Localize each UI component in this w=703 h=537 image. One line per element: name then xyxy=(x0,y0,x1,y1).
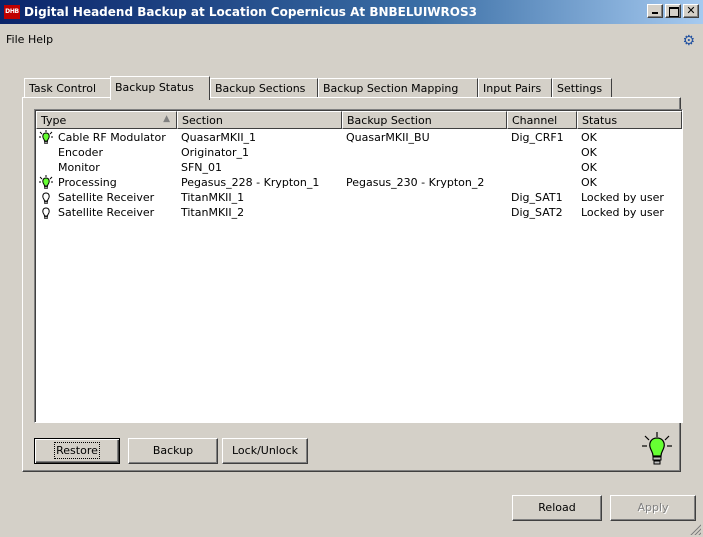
resize-grip-icon[interactable] xyxy=(689,523,701,535)
menu-file[interactable]: File xyxy=(3,33,27,46)
backup-button[interactable]: Backup xyxy=(128,438,218,464)
sort-ascending-icon: ▲ xyxy=(163,114,170,124)
column-header-status[interactable]: Status xyxy=(577,111,682,129)
cell-type: Satellite Receiver xyxy=(58,206,155,219)
cell-backup-section: Pegasus_230 - Krypton_2 xyxy=(346,176,485,189)
column-header-section[interactable]: Section xyxy=(177,111,342,129)
cell-type: Satellite Receiver xyxy=(58,191,155,204)
backup-status-list[interactable]: Type ▲ Section Backup Section Channel St… xyxy=(34,109,683,423)
table-row[interactable]: Encoder Originator_1 OK xyxy=(36,145,682,161)
cell-section: TitanMKII_1 xyxy=(181,191,245,204)
tab-input-pairs[interactable]: Input Pairs xyxy=(478,78,552,98)
menu-help[interactable]: Help xyxy=(25,33,56,46)
cell-status: OK xyxy=(581,131,597,144)
table-row[interactable]: Satellite Receiver TitanMKII_1 Dig_SAT1 Loc… xyxy=(36,190,682,206)
tab-task-control[interactable]: Task Control xyxy=(24,78,112,98)
cell-section: TitanMKII_2 xyxy=(181,206,245,219)
cell-type: Cable RF Modulator xyxy=(58,131,166,144)
reload-button[interactable]: Reload xyxy=(512,495,602,521)
cell-section: QuasarMKII_1 xyxy=(181,131,257,144)
tab-settings[interactable]: Settings xyxy=(552,78,612,98)
cell-status: OK xyxy=(581,146,597,159)
tab-backup-status[interactable]: Backup Status xyxy=(110,76,210,100)
status-bulb-green-icon xyxy=(642,432,672,465)
minimize-button[interactable] xyxy=(647,4,663,18)
cell-type: Processing xyxy=(58,176,117,189)
window-title: Digital Headend Backup at Location Coper… xyxy=(24,5,477,19)
table-row[interactable]: Satellite Receiver TitanMKII_2 Dig_SAT2 Loc… xyxy=(36,205,682,221)
bulb-green-icon xyxy=(39,130,53,144)
app-icon: DHB xyxy=(4,5,20,19)
cell-type: Encoder xyxy=(58,146,103,159)
table-row[interactable]: Cable RF Modulator QuasarMKII_1 QuasarMKII… xyxy=(36,130,682,146)
restore-button[interactable]: Restore xyxy=(34,438,120,464)
tab-backup-sections[interactable]: Backup Sections xyxy=(210,78,318,98)
cell-channel: Dig_SAT1 xyxy=(511,191,563,204)
lock-unlock-button[interactable]: Lock/Unlock xyxy=(222,438,308,464)
bulb-off-icon xyxy=(42,207,50,219)
table-row[interactable]: Processing Pegasus_228 - Krypton_1 Pegasus… xyxy=(36,175,682,191)
bulb-green-icon xyxy=(39,175,53,189)
cell-status: Locked by user xyxy=(581,206,664,219)
close-button[interactable]: ✕ xyxy=(683,4,699,18)
apply-button[interactable]: Apply xyxy=(610,495,696,521)
cell-status: OK xyxy=(581,176,597,189)
column-header-type[interactable]: Type ▲ xyxy=(36,111,177,129)
cell-channel: Dig_CRF1 xyxy=(511,131,564,144)
cell-backup-section: QuasarMKII_BU xyxy=(346,131,430,144)
cell-section: SFN_01 xyxy=(181,161,223,174)
window-controls: ✕ xyxy=(645,4,699,18)
table-row[interactable]: Monitor SFN_01 OK xyxy=(36,160,682,176)
cell-channel: Dig_SAT2 xyxy=(511,206,563,219)
list-header: Type ▲ Section Backup Section Channel St… xyxy=(36,111,682,129)
cell-type: Monitor xyxy=(58,161,100,174)
maximize-button[interactable] xyxy=(665,4,681,18)
column-header-type-label: Type xyxy=(41,114,67,127)
gear-icon[interactable]: ⚙ xyxy=(682,33,695,49)
tab-backup-section-mapping[interactable]: Backup Section Mapping xyxy=(318,78,478,98)
cell-status: OK xyxy=(581,161,597,174)
bulb-off-icon xyxy=(42,192,50,204)
cell-section: Originator_1 xyxy=(181,146,250,159)
cell-status: Locked by user xyxy=(581,191,664,204)
menu-bar: File Help ⚙ xyxy=(0,33,703,51)
cell-section: Pegasus_228 - Krypton_1 xyxy=(181,176,320,189)
column-header-channel[interactable]: Channel xyxy=(507,111,577,129)
column-header-backup-section[interactable]: Backup Section xyxy=(342,111,507,129)
title-bar[interactable]: DHB Digital Headend Backup at Location C… xyxy=(0,0,703,24)
